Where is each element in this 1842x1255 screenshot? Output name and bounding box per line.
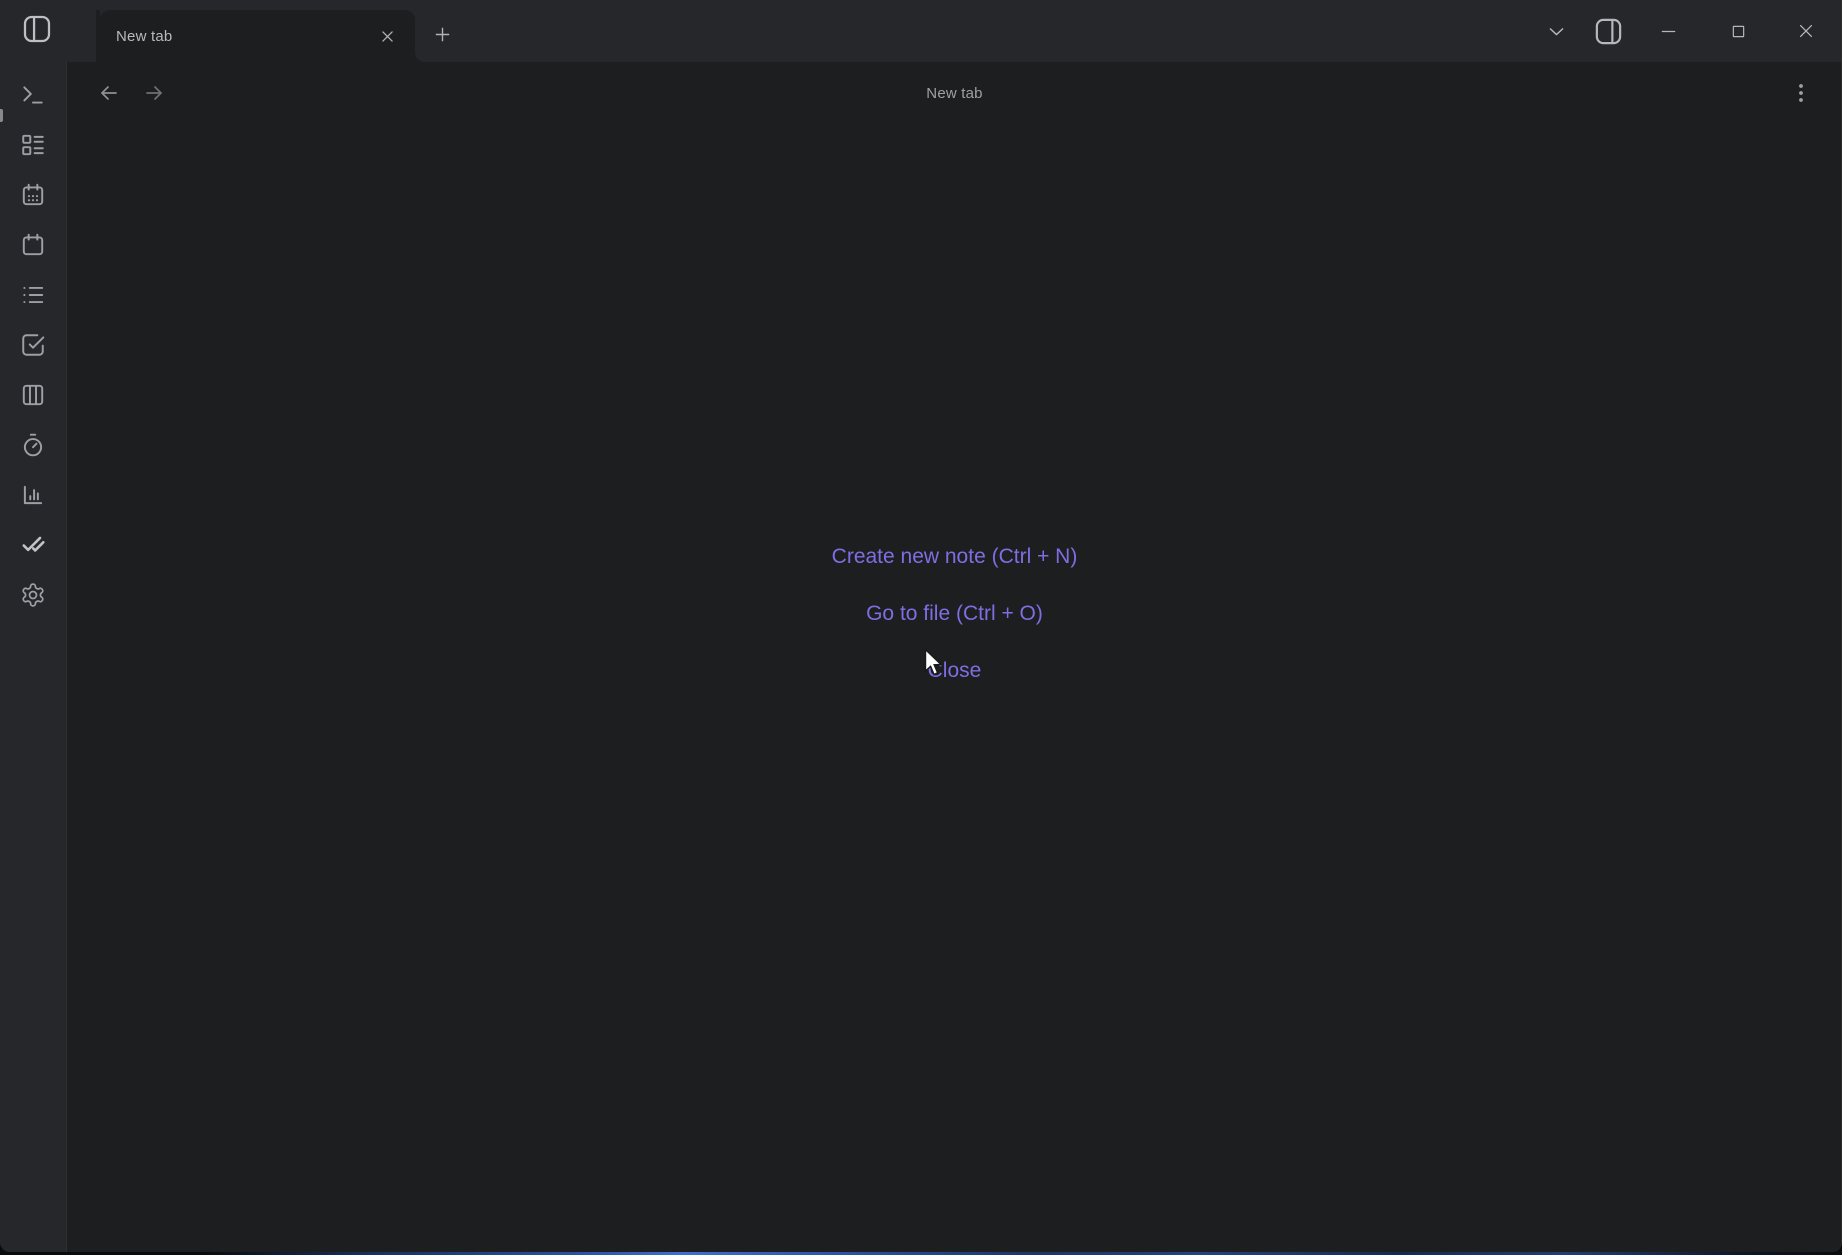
create-new-note-link[interactable]: Create new note (Ctrl + N) xyxy=(832,543,1078,571)
screen: New tab New tab Create new note (Ctrl + … xyxy=(0,0,1842,1255)
app-window: New tab New tab Create new note (Ctrl + … xyxy=(0,0,1842,1252)
chevron-down-icon[interactable] xyxy=(1536,11,1576,51)
terminal-icon[interactable] xyxy=(19,82,47,108)
panel-left-icon[interactable] xyxy=(17,9,57,49)
double-check-icon[interactable] xyxy=(19,532,47,558)
close-icon[interactable] xyxy=(1786,11,1826,51)
titlebar: New tab xyxy=(0,0,1841,62)
settings-icon[interactable] xyxy=(19,582,47,608)
minimize-icon[interactable] xyxy=(1648,11,1688,51)
view-header: New tab xyxy=(68,62,1841,124)
ribbon-sidebar xyxy=(0,62,67,1252)
layout-list-icon[interactable] xyxy=(19,132,47,158)
panel-right-icon[interactable] xyxy=(1588,11,1628,51)
list-icon[interactable] xyxy=(19,282,47,308)
navigate-back-button[interactable] xyxy=(96,80,122,106)
new-tab-button[interactable] xyxy=(424,16,460,52)
empty-state: Create new note (Ctrl + N) Go to file (Ct… xyxy=(68,543,1841,685)
timer-icon[interactable] xyxy=(19,432,47,458)
navigate-forward-button[interactable] xyxy=(141,80,167,106)
calendar-days-icon[interactable] xyxy=(19,182,47,208)
close-link[interactable]: Close xyxy=(928,657,982,685)
tab-corner-decoration xyxy=(415,52,425,62)
bar-chart-icon[interactable] xyxy=(19,482,47,508)
tab-new-tab[interactable]: New tab xyxy=(100,10,415,62)
screen-edge-artifact xyxy=(0,109,3,122)
calendar-icon[interactable] xyxy=(19,232,47,258)
columns-icon[interactable] xyxy=(19,382,47,408)
more-options-button[interactable] xyxy=(1788,80,1814,106)
tab-title: New tab xyxy=(116,27,173,45)
tab-close-icon[interactable] xyxy=(373,22,401,50)
go-to-file-link[interactable]: Go to file (Ctrl + O) xyxy=(866,600,1043,628)
check-square-icon[interactable] xyxy=(19,332,47,358)
maximize-icon[interactable] xyxy=(1718,11,1758,51)
view-header-title: New tab xyxy=(926,84,983,102)
